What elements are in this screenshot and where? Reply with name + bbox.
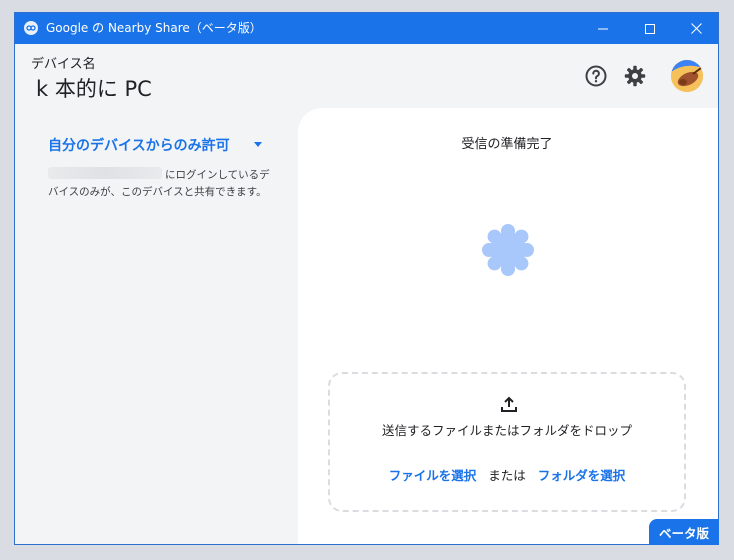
badge-spinner-icon — [482, 224, 534, 276]
ready-status: 受信の準備完了 — [461, 137, 553, 152]
gear-icon — [624, 65, 646, 87]
select-file-link[interactable]: ファイルを選択 — [389, 468, 477, 483]
settings-button[interactable] — [623, 64, 647, 88]
blurred-account-email — [48, 167, 162, 179]
minimize-button[interactable] — [580, 13, 626, 44]
nearby-share-app-icon — [24, 21, 38, 35]
maximize-icon — [645, 23, 655, 34]
close-button[interactable] — [673, 13, 718, 44]
close-icon — [690, 23, 702, 34]
title-bar[interactable]: Google の Nearby Share（ベータ版） — [15, 13, 718, 44]
upload-icon — [501, 396, 517, 412]
visibility-dropdown[interactable]: 自分のデバイスからのみ許可 — [48, 135, 230, 155]
device-name[interactable]: k 本的に PC — [36, 73, 152, 103]
visibility-description: にログインしているデバイスのみが、このデバイスと共有できます。 — [48, 167, 278, 201]
drop-zone[interactable]: 送信するファイルまたはフォルダをドロップ ファイルを選択 または フォルダを選択 — [328, 372, 686, 512]
help-circle-icon — [585, 65, 607, 87]
select-links: ファイルを選択 または フォルダを選択 — [330, 465, 684, 484]
minimize-icon — [598, 28, 608, 29]
beta-badge: ベータ版 — [649, 519, 719, 545]
device-name-label: デバイス名 — [31, 57, 96, 72]
drop-instruction: 送信するファイルまたはフォルダをドロップ — [381, 423, 632, 438]
or-text: または — [488, 468, 526, 483]
caret-down-icon[interactable] — [254, 142, 262, 147]
maximize-button[interactable] — [627, 13, 673, 44]
help-button[interactable] — [584, 64, 608, 88]
avatar-image — [671, 60, 703, 92]
account-avatar[interactable] — [671, 60, 703, 92]
window-title: Google の Nearby Share（ベータ版） — [46, 21, 262, 35]
select-folder-link[interactable]: フォルダを選択 — [538, 468, 626, 483]
